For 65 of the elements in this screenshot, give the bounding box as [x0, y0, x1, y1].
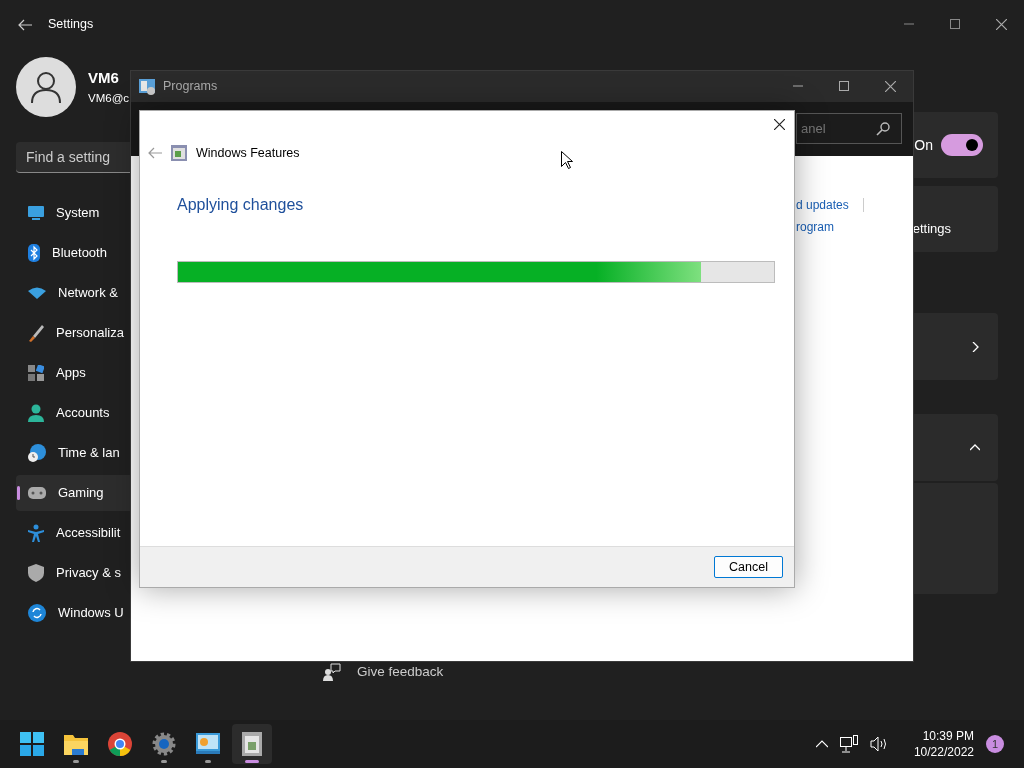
control-panel-icon	[196, 733, 220, 755]
user-icon	[31, 71, 61, 103]
close-icon	[884, 81, 896, 92]
bluetooth-icon	[28, 244, 40, 262]
chevron-up-icon	[815, 740, 828, 748]
window-title: Programs	[163, 78, 218, 96]
browser-icon	[108, 732, 132, 756]
brush-icon	[28, 324, 44, 342]
user-email: VM6@c	[88, 90, 130, 106]
link[interactable]: d updates	[796, 196, 849, 214]
sidebar-item[interactable]: Privacy & s	[16, 555, 130, 591]
sidebar-item[interactable]: Accounts	[16, 395, 130, 431]
sidebar-item[interactable]: Windows U	[16, 595, 130, 631]
toggle-switch[interactable]	[941, 134, 983, 156]
toggle-label: On	[914, 135, 933, 155]
search-field[interactable]: anel	[796, 113, 902, 144]
feedback-icon	[323, 663, 341, 682]
gear-icon	[152, 732, 176, 756]
clock-time: 10:39 PM	[921, 727, 974, 744]
control-panel-icon	[139, 78, 155, 95]
features-icon	[171, 145, 187, 162]
sync-icon	[28, 604, 46, 622]
gamepad-icon	[28, 487, 46, 499]
wifi-icon	[28, 287, 46, 299]
close-icon	[774, 119, 785, 130]
maximize-icon	[839, 81, 849, 91]
network-icon	[839, 735, 858, 753]
sidebar-item[interactable]: Personaliza	[16, 315, 130, 351]
card-text: ettings	[912, 220, 951, 239]
user-name: VM6	[88, 68, 120, 89]
cursor-icon	[561, 150, 573, 169]
search-icon	[876, 122, 890, 136]
windows-icon	[20, 732, 44, 756]
close-button[interactable]	[774, 119, 785, 130]
features-icon	[242, 732, 262, 756]
sidebar-item[interactable]: Bluetooth	[16, 235, 130, 271]
sidebar-item[interactable]: Apps	[16, 355, 130, 391]
link[interactable]: rogram	[796, 218, 834, 236]
taskbar-app[interactable]	[232, 724, 272, 764]
clock-date: 10/22/2022	[913, 744, 974, 761]
dialog-heading: Applying changes	[177, 195, 304, 213]
chevron-up-icon	[970, 442, 980, 453]
maximize-icon	[950, 18, 960, 29]
cancel-button[interactable]: Cancel	[714, 556, 783, 578]
sidebar-item[interactable]: Gaming	[16, 475, 130, 511]
feedback-link[interactable]: Give feedback	[357, 662, 444, 683]
apps-icon	[28, 365, 44, 381]
volume-icon	[869, 736, 888, 752]
dialog-title: Windows Features	[196, 145, 300, 162]
sidebar-item[interactable]: Time & lan	[16, 435, 130, 471]
window-title: Settings	[48, 15, 94, 33]
person-icon	[28, 404, 44, 422]
close-icon	[995, 18, 1007, 30]
clock-icon	[28, 444, 46, 462]
back-arrow-icon	[148, 147, 162, 160]
back-arrow-icon	[18, 18, 32, 31]
sidebar-item[interactable]: Accessibilit	[16, 515, 130, 551]
folder-icon	[64, 733, 88, 755]
monitor-icon	[28, 206, 44, 220]
accessibility-icon	[28, 524, 44, 542]
shield-icon	[28, 564, 44, 582]
chevron-right-icon	[970, 341, 980, 352]
sidebar-item[interactable]: Network &	[16, 275, 130, 311]
sidebar-item[interactable]: System	[16, 195, 130, 231]
notification-badge[interactable]: 1	[986, 735, 1004, 753]
